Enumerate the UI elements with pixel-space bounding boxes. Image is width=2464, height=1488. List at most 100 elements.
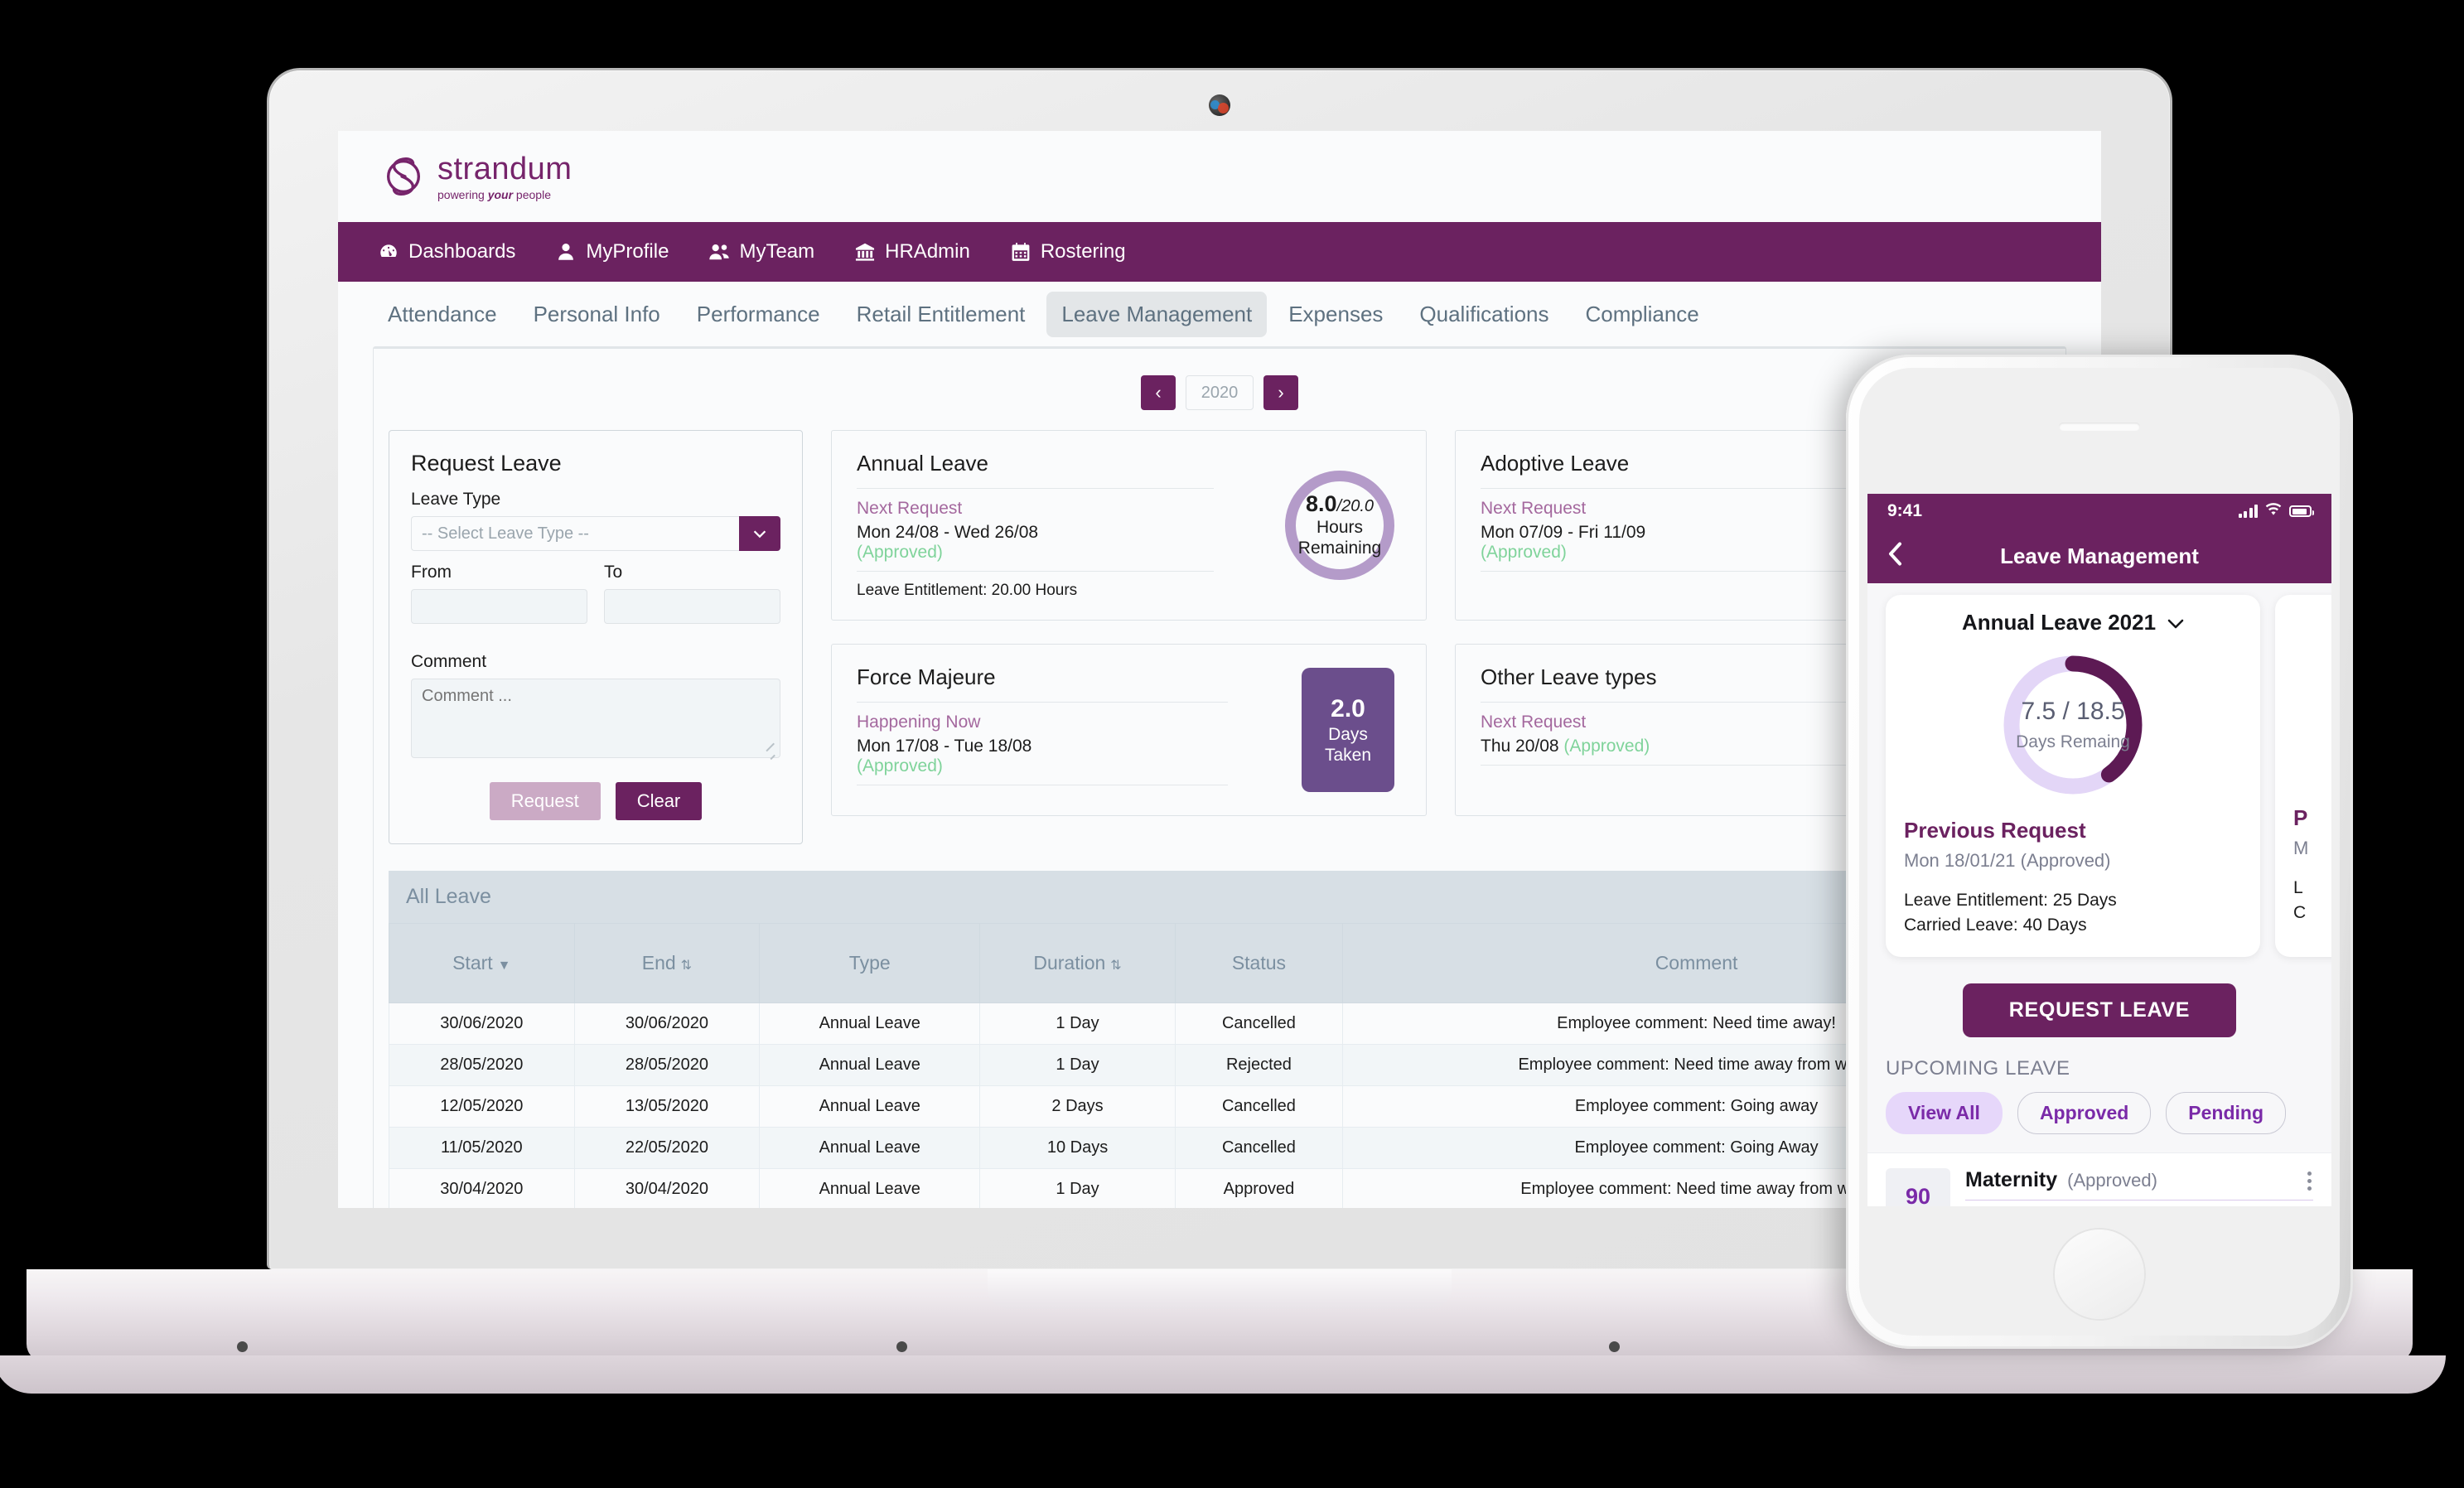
table-row[interactable]: 12/05/2020 13/05/2020 Annual Leave 2 Day… — [389, 1085, 2051, 1128]
nav-item-myprofile[interactable]: MyProfile — [555, 240, 669, 263]
comment-textarea[interactable] — [411, 679, 780, 758]
nav-label: MyProfile — [586, 240, 669, 263]
back-icon[interactable] — [1886, 542, 1906, 571]
sub-tabs: Attendance Personal Info Performance Ret… — [338, 282, 2101, 346]
page-content: ‹ 2020 › Request Leave Leave Type -- Sel… — [338, 346, 2101, 1208]
more-options-icon[interactable] — [2307, 1171, 2312, 1191]
upcoming-leave-list: 90 DAYS Maternity (Approved) 12/06 - 17/… — [1867, 1152, 2331, 1206]
chevron-down-icon[interactable] — [2167, 610, 2184, 635]
tab-qualifications[interactable]: Qualifications — [1404, 292, 1563, 337]
table-header-row: Start ▼ End ⇅ Type Duration ⇅ Status Commen… — [389, 923, 2051, 1003]
status-icons — [2238, 501, 2314, 521]
battery-icon — [2289, 505, 2314, 517]
phone-annual-leave-card[interactable]: Annual Leave 2021 7.5 / 18.5 Days Remain… — [1886, 595, 2260, 957]
item-body: Maternity (Approved) 12/06 - 17/06 View … — [1965, 1168, 2313, 1206]
phone-next-card-peek[interactable]: P M L C — [2275, 595, 2331, 957]
cell-start: 28/05/2020 — [389, 1044, 575, 1086]
comment-label: Comment — [411, 652, 487, 671]
tile-unit-line2: Taken — [1324, 746, 1372, 765]
from-date-input[interactable] — [411, 589, 587, 624]
year-value[interactable]: 2020 — [1186, 375, 1254, 410]
nav-label: MyTeam — [739, 240, 815, 263]
clear-button[interactable]: Clear — [615, 782, 703, 820]
carried-leave-text: Carried Leave: 40 Days — [1904, 916, 2087, 935]
cell-duration: 2 Days — [979, 1085, 1176, 1128]
nav-item-hradmin[interactable]: HRAdmin — [854, 240, 970, 263]
cell-start: 30/06/2020 — [389, 1002, 575, 1045]
chevron-down-icon[interactable] — [739, 516, 780, 551]
annual-leave-donut: 8.0/20.0 Hours Remaining — [1285, 471, 1394, 580]
cell-duration: 10 Days — [979, 1127, 1176, 1169]
leave-card-carousel[interactable]: Annual Leave 2021 7.5 / 18.5 Days Remain… — [1867, 583, 2331, 972]
phone-leave-donut: 7.5 / 18.5 Days Remaing — [1998, 650, 2148, 800]
card-info: Force Majeure Happening Now Mon 17/08 - … — [857, 664, 1302, 795]
next-request-date: Mon 24/08 - Wed 26/08 — [857, 523, 1039, 542]
divider — [857, 571, 1214, 572]
column-header-status[interactable]: Status — [1174, 923, 1344, 1003]
cell-status: Approved — [1174, 1168, 1344, 1208]
nav-item-myteam[interactable]: MyTeam — [708, 240, 814, 263]
logo-name: strandum — [437, 151, 573, 186]
column-header-start[interactable]: Start ▼ — [389, 923, 575, 1003]
phone-page-title: Leave Management — [2000, 543, 2199, 568]
dashboard-grid: Request Leave Leave Type -- Select Leave… — [374, 430, 2065, 844]
laptop-foot — [237, 1341, 248, 1352]
logo: strandum powering your people — [381, 153, 572, 200]
column-header-duration[interactable]: Duration ⇅ — [979, 923, 1176, 1003]
nav-item-dashboards[interactable]: Dashboards — [378, 240, 515, 263]
donut-value: 8.0/20.0 — [1305, 491, 1375, 517]
main-navigation: Dashboards MyProfile MyTeam HRAdmin Rost… — [338, 222, 2101, 282]
list-item[interactable]: 90 DAYS Maternity (Approved) 12/06 - 17/… — [1867, 1152, 2331, 1206]
tab-compliance[interactable]: Compliance — [1570, 292, 1713, 337]
phone-nav-bar: Leave Management — [1867, 529, 2331, 583]
tile-value: 2.0 — [1331, 694, 1365, 722]
leave-card-force-majeure[interactable]: Force Majeure Happening Now Mon 17/08 - … — [831, 644, 1427, 816]
donut-value: 7.5 / 18.5 — [2021, 698, 2125, 725]
nav-label: HRAdmin — [885, 240, 970, 263]
cell-status: Cancelled — [1174, 1127, 1344, 1169]
next-year-button[interactable]: › — [1263, 375, 1298, 410]
divider — [1965, 1199, 2313, 1201]
from-group: From — [411, 563, 587, 624]
table-row[interactable]: 30/06/2020 30/06/2020 Annual Leave 1 Day… — [389, 1002, 2051, 1045]
tab-attendance[interactable]: Attendance — [373, 292, 512, 337]
calendar-icon — [1010, 241, 1031, 263]
card-header[interactable]: Annual Leave 2021 — [1904, 610, 2242, 635]
tab-retail-entitlement[interactable]: Retail Entitlement — [842, 292, 1041, 337]
resize-grip-icon[interactable] — [764, 746, 777, 760]
home-button[interactable] — [2055, 1230, 2144, 1319]
tab-personal-info[interactable]: Personal Info — [519, 292, 675, 337]
peek-entitlement: L — [2293, 878, 2303, 897]
cell-type: Annual Leave — [759, 1168, 981, 1208]
chip-approved[interactable]: Approved — [2017, 1091, 2152, 1134]
leave-card-annual[interactable]: Annual Leave Next Request Mon 24/08 - We… — [831, 430, 1427, 621]
column-header-type[interactable]: Type — [759, 923, 981, 1003]
donut-unit-line2: Remaining — [1297, 538, 1382, 558]
table-row[interactable]: 11/05/2020 22/05/2020 Annual Leave 10 Da… — [389, 1127, 2051, 1169]
tab-performance[interactable]: Performance — [682, 292, 835, 337]
year-selector: ‹ 2020 › — [374, 367, 2065, 430]
divider — [1481, 488, 1853, 489]
request-button[interactable]: Request — [489, 782, 601, 820]
peek-previous-label: P — [2293, 805, 2308, 830]
next-request-status: (Approved) — [857, 543, 943, 562]
tab-leave-management[interactable]: Leave Management — [1046, 291, 1268, 337]
phone-screen: 9:41 Leave Management Annual Leave 2021 — [1867, 494, 2331, 1206]
tab-expenses[interactable]: Expenses — [1273, 292, 1398, 337]
leave-type-label: Leave Type — [411, 490, 501, 509]
card-visual: 2.0 Days Taken — [1302, 664, 1401, 795]
bank-icon — [854, 241, 876, 263]
table-row[interactable]: 30/04/2020 30/04/2020 Annual Leave 1 Day… — [389, 1168, 2051, 1208]
prev-year-button[interactable]: ‹ — [1141, 375, 1176, 410]
cell-end: 28/05/2020 — [573, 1044, 761, 1086]
table-row[interactable]: 28/05/2020 28/05/2020 Annual Leave 1 Day… — [389, 1044, 2051, 1086]
column-header-end[interactable]: End ⇅ — [573, 923, 761, 1003]
nav-item-rostering[interactable]: Rostering — [1010, 240, 1126, 263]
phone-request-leave-button[interactable]: REQUEST LEAVE — [1962, 983, 2237, 1037]
to-date-input[interactable] — [604, 589, 780, 624]
leave-type-select[interactable]: -- Select Leave Type -- — [411, 516, 780, 551]
chip-view-all[interactable]: View All — [1886, 1091, 2003, 1134]
chip-pending[interactable]: Pending — [2166, 1091, 2287, 1134]
request-leave-title: Request Leave — [411, 451, 562, 476]
cell-duration: 1 Day — [979, 1168, 1176, 1208]
